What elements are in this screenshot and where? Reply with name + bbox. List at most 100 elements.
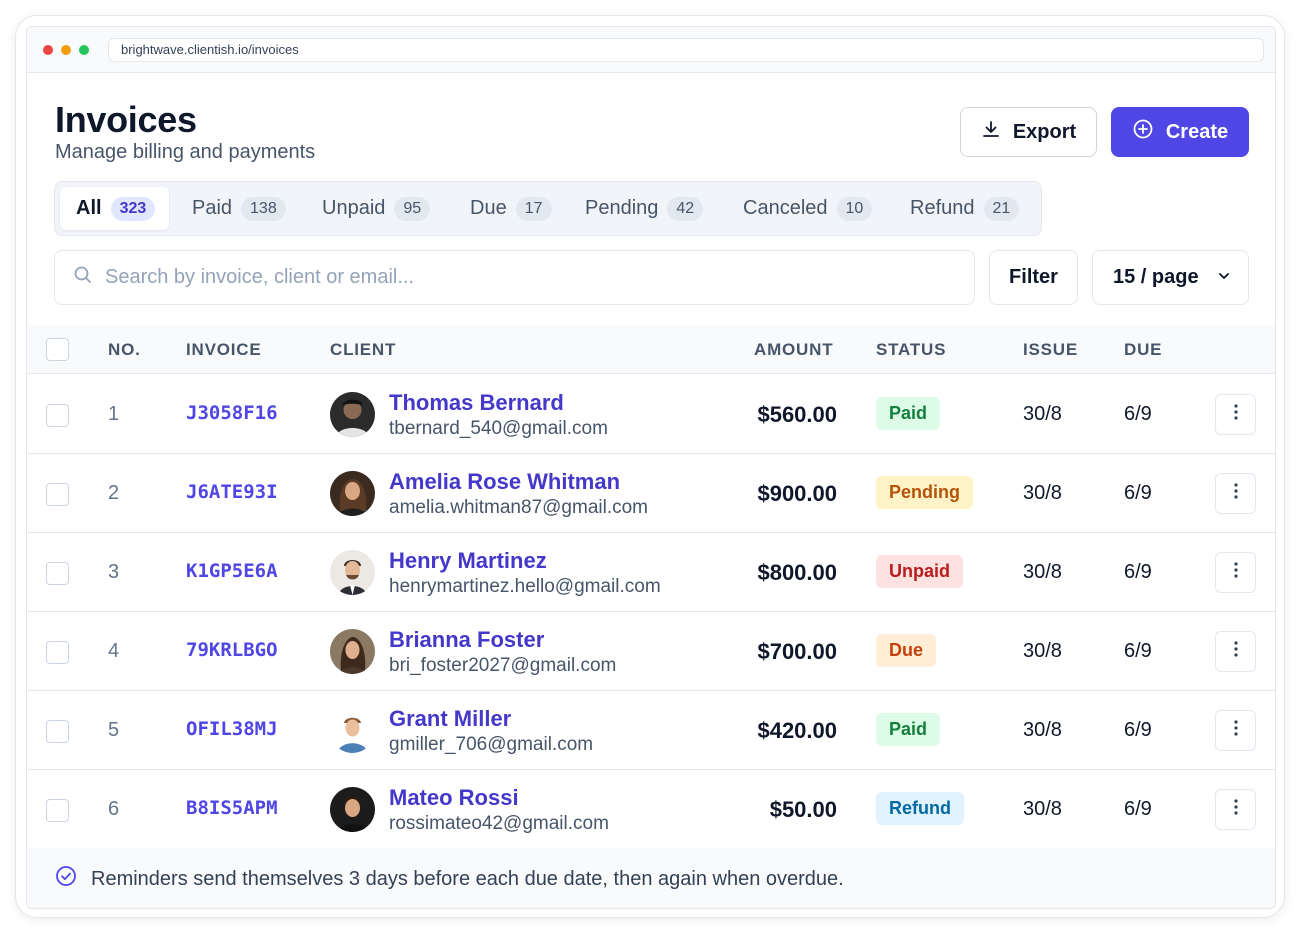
client-name-link[interactable]: Mateo Rossi (389, 785, 519, 811)
row-number: 6 (108, 798, 120, 820)
client-name-link[interactable]: Amelia Rose Whitman (389, 469, 620, 495)
tab-canceled[interactable]: Canceled 10 (727, 187, 886, 230)
plus-circle-icon (1132, 118, 1154, 146)
app-window: brightwave.clientish.io/invoices Invoice… (15, 15, 1285, 918)
row-actions-button[interactable] (1215, 394, 1256, 435)
status-badge: Paid (876, 397, 941, 430)
due-date: 6/9 (1124, 798, 1152, 820)
client-email: tbernard_540@gmail.com (389, 418, 608, 439)
client-email: rossimateo42@gmail.com (389, 813, 609, 834)
tab-pending[interactable]: Pending 42 (569, 187, 717, 230)
status-badge: Paid (876, 713, 941, 746)
avatar (330, 392, 375, 437)
invoice-id-link[interactable]: B8IS5APM (186, 797, 278, 819)
client-name-link[interactable]: Grant Miller (389, 706, 511, 732)
check-circle-icon (55, 865, 77, 893)
client-name-link[interactable]: Thomas Bernard (389, 390, 564, 416)
select-all-checkbox[interactable] (46, 338, 69, 361)
create-button-label: Create (1165, 120, 1229, 143)
row-number: 1 (108, 403, 120, 425)
due-date: 6/9 (1124, 561, 1152, 583)
export-button[interactable]: Export (960, 107, 1097, 157)
table-row[interactable]: 2 J6ATE93I Amelia Rose Whitman amelia.wh… (27, 454, 1275, 533)
tab-label: Paid (192, 197, 233, 219)
address-bar[interactable]: brightwave.clientish.io/invoices (108, 38, 1264, 62)
table-row[interactable]: 5 OFIL38MJ Grant Miller gmiller_706@gmai… (27, 691, 1275, 770)
tab-label: Unpaid (322, 197, 386, 219)
client-email: henrymartinez.hello@gmail.com (389, 576, 661, 597)
reminder-note: Reminders send themselves 3 days before … (91, 867, 844, 890)
minimize-window-dot[interactable] (61, 45, 71, 55)
row-checkbox[interactable] (46, 483, 69, 506)
row-actions-button[interactable] (1215, 710, 1256, 751)
filter-button[interactable]: Filter (989, 250, 1078, 305)
row-checkbox[interactable] (46, 720, 69, 743)
invoice-amount: $800.00 (757, 560, 837, 585)
table-row[interactable]: 4 79KRLBGO Brianna Foster bri_foster2027… (27, 612, 1275, 691)
table-row[interactable]: 6 B8IS5APM Mateo Rossi rossimateo42@gmai… (27, 770, 1275, 849)
due-date: 6/9 (1124, 482, 1152, 504)
table-row[interactable]: 3 K1GP5E6A Henry Martinez henrymartinez.… (27, 533, 1275, 612)
tab-count-badge: 95 (394, 196, 431, 221)
issue-date: 30/8 (1023, 561, 1062, 583)
client-name-link[interactable]: Henry Martinez (389, 548, 547, 574)
client-name-link[interactable]: Brianna Foster (389, 627, 544, 653)
due-date: 6/9 (1124, 640, 1152, 662)
row-actions-button[interactable] (1215, 789, 1256, 830)
row-actions-button[interactable] (1215, 552, 1256, 593)
invoice-id-link[interactable]: 79KRLBGO (186, 639, 278, 661)
table-header: NO. INVOICE CLIENT AMOUNT STATUS ISSUE D… (27, 325, 1275, 374)
tab-count-badge: 323 (110, 196, 156, 221)
more-vertical-icon (1233, 720, 1238, 741)
invoice-id-link[interactable]: J6ATE93I (186, 481, 278, 503)
column-header-issue: ISSUE (1023, 340, 1079, 359)
tab-unpaid[interactable]: Unpaid 95 (306, 187, 444, 230)
tab-count-badge: 21 (983, 196, 1020, 221)
row-actions-button[interactable] (1215, 631, 1256, 672)
invoice-id-link[interactable]: K1GP5E6A (186, 560, 278, 582)
column-header-no: NO. (108, 340, 141, 359)
tab-label: Canceled (743, 197, 828, 219)
invoice-id-link[interactable]: J3058F16 (186, 402, 278, 424)
invoice-amount: $700.00 (757, 639, 837, 664)
tab-label: All (76, 197, 102, 219)
more-vertical-icon (1233, 799, 1238, 820)
tab-paid[interactable]: Paid 138 (176, 187, 300, 230)
row-actions-button[interactable] (1215, 473, 1256, 514)
status-tabs: All 323 Paid 138 Unpaid 95 Due 17 Pendin… (54, 181, 1042, 236)
row-checkbox[interactable] (46, 641, 69, 664)
more-vertical-icon (1233, 404, 1238, 425)
row-checkbox[interactable] (46, 562, 69, 585)
row-number: 4 (108, 640, 120, 662)
column-header-status: STATUS (876, 340, 947, 359)
browser-frame: brightwave.clientish.io/invoices Invoice… (26, 26, 1276, 909)
per-page-select[interactable]: 15 / page (1092, 250, 1249, 305)
more-vertical-icon (1233, 483, 1238, 504)
avatar (330, 550, 375, 595)
search-box[interactable] (54, 250, 975, 305)
search-input[interactable] (105, 266, 925, 289)
tab-count-badge: 17 (515, 196, 552, 221)
reminder-footer: Reminders send themselves 3 days before … (27, 848, 1275, 908)
client-email: amelia.whitman87@gmail.com (389, 497, 648, 518)
status-badge: Pending (876, 476, 973, 509)
row-checkbox[interactable] (46, 404, 69, 427)
tab-count-badge: 138 (241, 196, 286, 221)
row-checkbox[interactable] (46, 799, 69, 822)
close-window-dot[interactable] (43, 45, 53, 55)
tab-due[interactable]: Due 17 (454, 187, 566, 230)
maximize-window-dot[interactable] (79, 45, 89, 55)
more-vertical-icon (1233, 562, 1238, 583)
tab-label: Refund (910, 197, 975, 219)
invoice-amount: $50.00 (769, 797, 837, 822)
tab-refund[interactable]: Refund 21 (894, 187, 1033, 230)
invoice-id-link[interactable]: OFIL38MJ (186, 718, 278, 740)
tab-all[interactable]: All 323 (60, 187, 170, 230)
status-badge: Due (876, 634, 937, 667)
status-badge: Refund (876, 792, 964, 825)
create-button[interactable]: Create (1111, 107, 1249, 157)
table-row[interactable]: 1 J3058F16 Thomas Bernard tbernard_540@g… (27, 375, 1275, 454)
client-email: gmiller_706@gmail.com (389, 734, 594, 755)
row-number: 3 (108, 561, 120, 583)
issue-date: 30/8 (1023, 640, 1062, 662)
